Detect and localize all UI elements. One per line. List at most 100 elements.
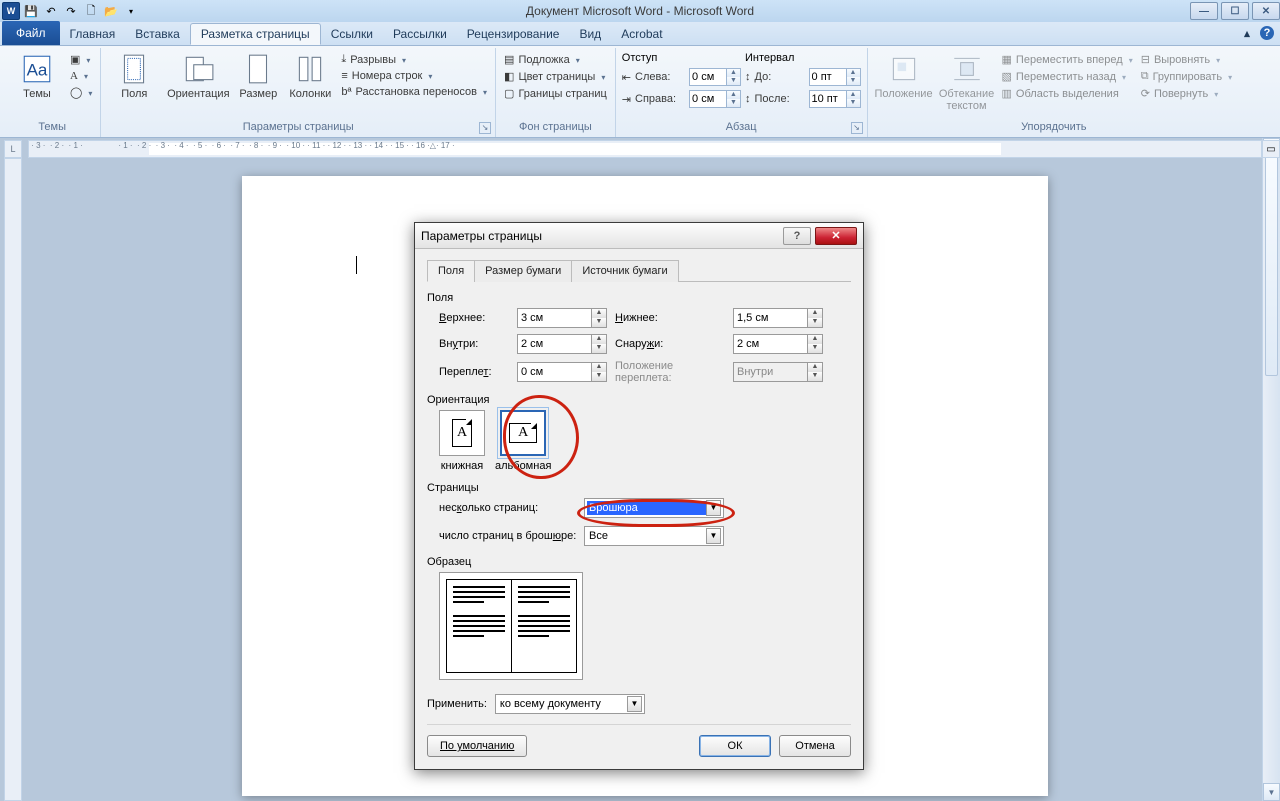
selection-pane-icon: ▥ [1002,87,1012,100]
tab-insert[interactable]: Вставка [125,23,190,45]
redo-icon[interactable]: ↷ [62,2,80,20]
gutter-pos-label: Положение переплета: [615,360,725,384]
inside-margin-label: Внутри: [439,338,509,350]
sheets-per-booklet-combo[interactable]: Все▼ [584,526,724,546]
help-icon[interactable]: ? [1260,26,1274,40]
tab-page-layout[interactable]: Разметка страницы [190,23,321,45]
spacing-before-icon: ↕ [745,71,751,83]
multiple-pages-combo[interactable]: Брошюра▼ [584,498,724,518]
orientation-landscape[interactable]: альбомная [495,410,551,472]
top-margin-input[interactable]: ▲▼ [517,308,607,328]
dialog-close-button[interactable]: ✕ [815,227,857,245]
open-icon[interactable]: 📂 [102,2,120,20]
themes-button[interactable]: Aa Темы [10,50,64,100]
default-button[interactable]: По умолчанию [427,735,527,757]
indent-right-icon: ⇥ [622,93,631,106]
vertical-ruler[interactable] [4,158,22,801]
page-setup-launcher[interactable]: ↘ [479,122,491,134]
group-title-paragraph: Абзац↘ [622,121,861,137]
selection-pane-button[interactable]: ▥Область выделения [1000,86,1135,101]
ruler-toggle-button[interactable]: ▭ [1262,140,1280,158]
page-color-button[interactable]: ◧Цвет страницы [502,69,609,84]
theme-fonts-button[interactable]: A [68,69,94,83]
dialog-tab-margins[interactable]: Поля [427,260,475,282]
close-button[interactable]: ✕ [1252,2,1280,20]
group-page-setup: Поля Ориентация Размер Колонки ⤓Разрывы … [101,48,496,137]
tab-mailings[interactable]: Рассылки [383,23,457,45]
gutter-input[interactable]: ▲▼ [517,362,607,382]
outside-margin-input[interactable]: ▲▼ [733,334,823,354]
dialog-tab-layout[interactable]: Источник бумаги [571,260,678,282]
preview-pane [439,572,583,680]
bring-forward-button[interactable]: ▦Переместить вперед [1000,52,1135,67]
dialog-tab-paper[interactable]: Размер бумаги [474,260,572,282]
orientation-portrait[interactable]: книжная [439,410,485,472]
maximize-button[interactable]: ☐ [1221,2,1249,20]
save-icon[interactable]: 💾 [22,2,40,20]
group-button[interactable]: ⧉Группировать [1139,69,1234,84]
section-orientation: Ориентация [427,394,851,406]
vertical-scrollbar[interactable]: ▲ ▼ [1262,138,1280,801]
scroll-down-button[interactable]: ▼ [1263,783,1280,801]
position-button[interactable]: Положение [874,50,934,100]
orientation-button[interactable]: Ориентация [165,50,231,100]
align-button[interactable]: ⊟Выровнять [1139,52,1234,67]
bottom-margin-input[interactable]: ▲▼ [733,308,823,328]
svg-text:Aa: Aa [27,60,48,79]
tab-review[interactable]: Рецензирование [457,23,570,45]
spacing-before-input[interactable]: ▲▼ [809,68,861,86]
new-icon[interactable]: 🗋 [82,2,100,20]
horizontal-ruler[interactable]: · 3 · · 2 · · 1 · · 1 · · 2 · · 3 · · 4 … [28,140,1262,158]
qat-more-icon[interactable]: ▾ [122,2,140,20]
indent-right-input[interactable]: ▲▼ [689,90,741,108]
minimize-button[interactable]: — [1190,2,1218,20]
scroll-thumb[interactable] [1265,156,1278,376]
text-cursor [356,256,357,274]
theme-effects-button[interactable]: ◯ [68,85,94,100]
margins-button[interactable]: Поля [107,50,161,100]
tab-view[interactable]: Вид [569,23,611,45]
gutter-label: Переплет: [439,366,509,378]
paragraph-launcher[interactable]: ↘ [851,122,863,134]
tab-home[interactable]: Главная [60,23,126,45]
page-borders-icon: ▢ [504,87,514,100]
indent-left-input[interactable]: ▲▼ [689,68,741,86]
group-themes: Aa Темы ▣ A ◯ Темы [4,48,101,137]
inside-margin-input[interactable]: ▲▼ [517,334,607,354]
window-title: Документ Microsoft Word - Microsoft Word [526,4,754,18]
rotate-button[interactable]: ⟳Повернуть [1139,86,1234,101]
apply-to-combo[interactable]: ко всему документу▼ [495,694,645,714]
tab-acrobat[interactable]: Acrobat [611,23,672,45]
watermark-icon: ▤ [504,53,514,66]
ok-button[interactable]: ОК [699,735,771,757]
size-button[interactable]: Размер [235,50,281,100]
outside-margin-label: Снаружи: [615,338,725,350]
cancel-button[interactable]: Отмена [779,735,851,757]
page-color-icon: ◧ [504,70,514,83]
undo-icon[interactable]: ↶ [42,2,60,20]
page-borders-button[interactable]: ▢Границы страниц [502,86,609,101]
line-numbers-button[interactable]: ≡Номера строк [339,69,489,83]
dialog-help-button[interactable]: ? [783,227,811,245]
watermark-button[interactable]: ▤Подложка [502,52,609,67]
columns-button[interactable]: Колонки [285,50,335,100]
file-tab[interactable]: Файл [2,21,60,45]
dialog-title: Параметры страницы [421,229,542,243]
send-backward-button[interactable]: ▧Переместить назад [1000,69,1135,84]
minimize-ribbon-icon[interactable]: ▴ [1240,26,1254,40]
font-icon: A [70,70,78,82]
sheets-per-booklet-label: число страниц в брошюре: [439,530,584,542]
indent-label: Отступ [622,52,741,64]
spacing-after-input[interactable]: ▲▼ [809,90,861,108]
select-all-corner[interactable]: L [4,140,22,158]
spacing-after-icon: ↕ [745,93,751,105]
hyphenation-button[interactable]: bªРасстановка переносов [339,85,489,99]
tab-references[interactable]: Ссылки [321,23,383,45]
gutter-pos-input: ▲▼ [733,362,823,382]
app-icon[interactable]: W [2,2,20,20]
window-controls: — ☐ ✕ [1187,2,1280,20]
dialog-titlebar[interactable]: Параметры страницы ? ✕ [415,223,863,249]
theme-colors-button[interactable]: ▣ [68,52,94,67]
breaks-button[interactable]: ⤓Разрывы [339,52,489,67]
wrap-text-button[interactable]: Обтекание текстом [938,50,996,112]
